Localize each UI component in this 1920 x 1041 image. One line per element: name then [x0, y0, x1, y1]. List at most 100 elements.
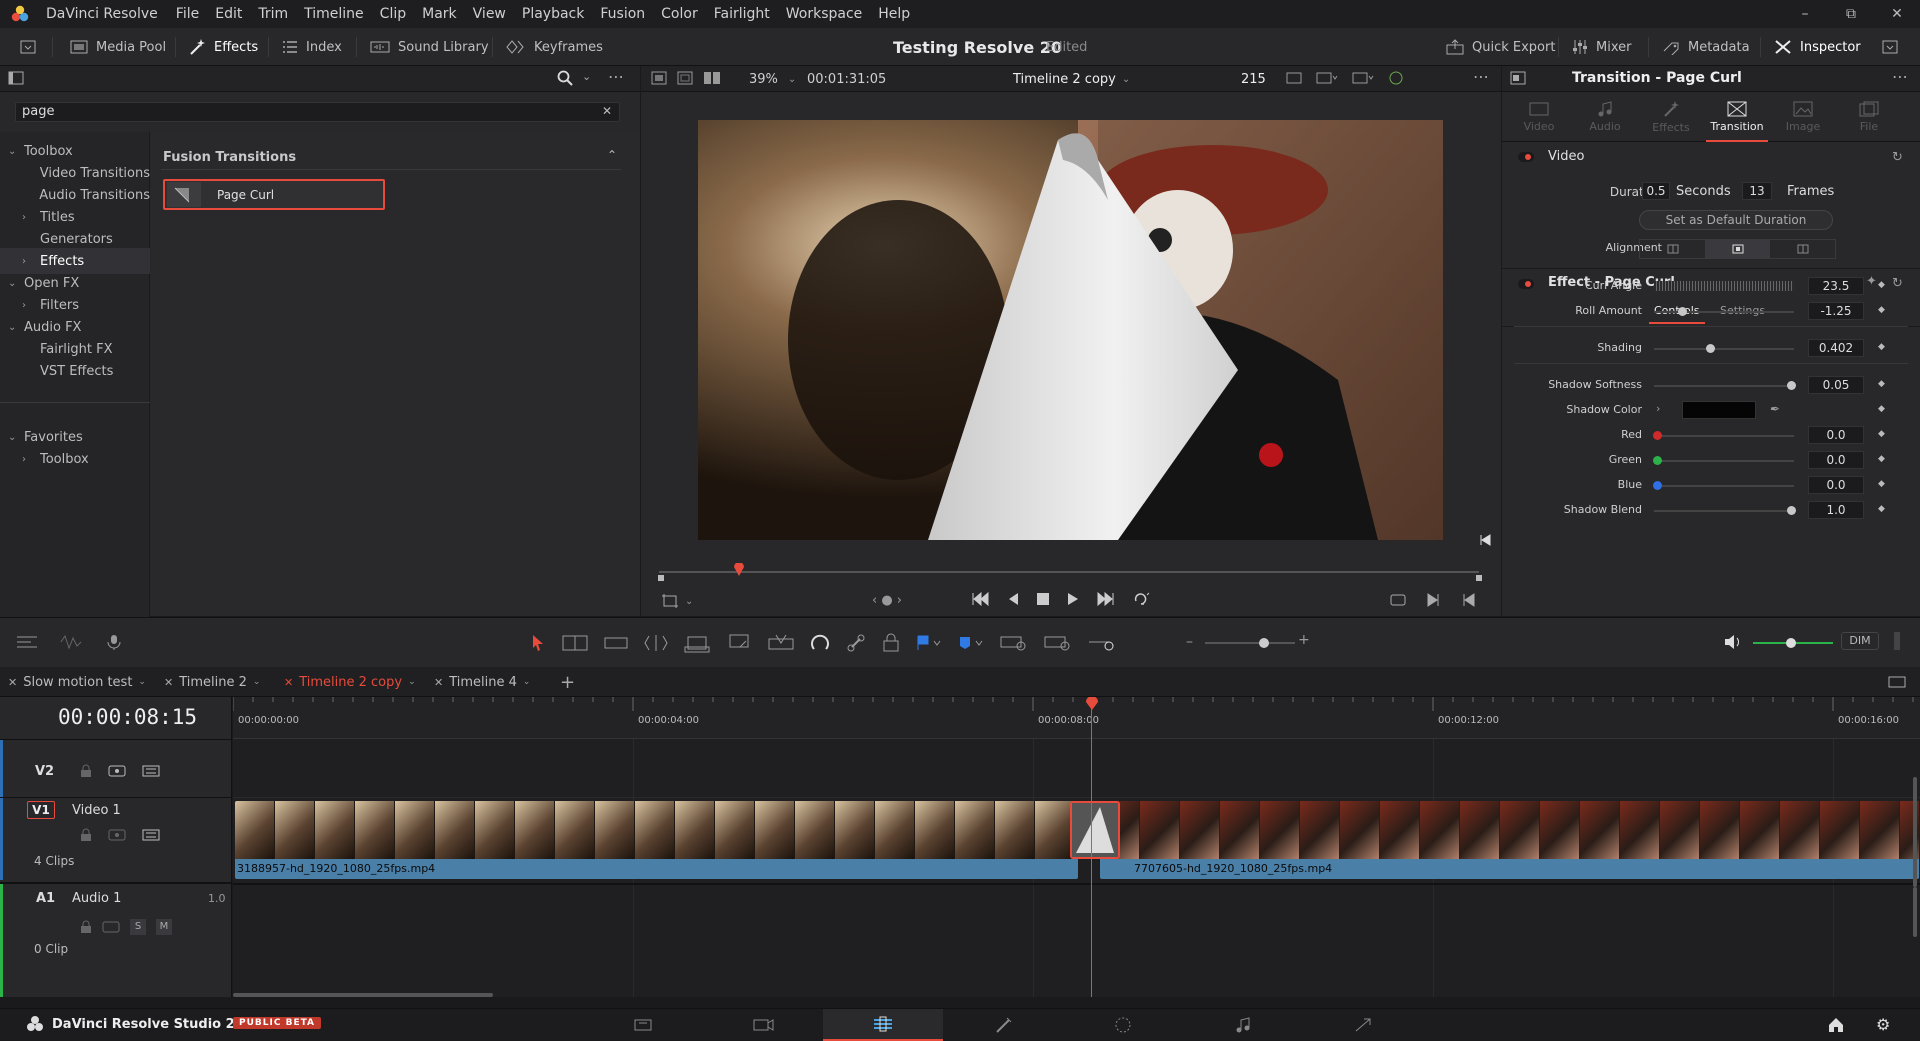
tab-video[interactable]: Video — [1506, 92, 1572, 142]
tab-transition[interactable]: Transition — [1704, 92, 1770, 142]
panel-toggle-icon[interactable] — [20, 28, 36, 66]
replace-clip-icon[interactable] — [768, 633, 794, 653]
param-value-roll-amount[interactable]: -1.25 — [1808, 302, 1864, 320]
scrubber-track[interactable] — [659, 571, 1479, 573]
keyframe-icon[interactable]: ◆ — [1878, 305, 1885, 315]
timeline-options-icon[interactable] — [16, 634, 40, 650]
zoom-slider[interactable] — [1205, 642, 1295, 644]
menu-fusion[interactable]: Fusion — [592, 6, 653, 22]
jog-control[interactable]: ‹ ● › — [872, 593, 902, 608]
param-slider[interactable] — [1654, 311, 1794, 313]
param-slider-knob[interactable] — [1653, 431, 1662, 440]
menu-workspace[interactable]: Workspace — [778, 6, 871, 22]
video-clip-1[interactable]: 3188957-hd_1920_1080_25fps.mp4 — [235, 801, 1078, 879]
menu-view[interactable]: View — [465, 6, 514, 22]
keyframe-icon[interactable]: ◆ — [1878, 379, 1885, 389]
blade-tool-icon[interactable] — [644, 634, 668, 652]
effect-toggle[interactable] — [1518, 279, 1534, 289]
tree-item-vst-effects[interactable]: VST Effects — [0, 358, 150, 384]
snapping-icon[interactable] — [810, 633, 830, 653]
flag-icon[interactable] — [916, 635, 942, 651]
menu-fairlight[interactable]: Fairlight — [706, 6, 778, 22]
menu-edit[interactable]: Edit — [207, 6, 250, 22]
param-slider[interactable] — [1654, 348, 1794, 350]
tab-slow-motion-test[interactable]: ✕ Slow motion test ⌄ — [8, 667, 146, 697]
audio-waveform-icon[interactable] — [60, 634, 84, 650]
viewer-tool-icons[interactable] — [1286, 71, 1404, 85]
dynamic-trim-icon[interactable] — [604, 634, 628, 652]
menu-color[interactable]: Color — [653, 6, 706, 22]
param-value-red[interactable]: 0.0 — [1808, 426, 1864, 444]
inspector-button[interactable]: Inspector — [1774, 28, 1861, 66]
skip-to-end-icon[interactable] — [1097, 592, 1115, 606]
lock-icon[interactable] — [80, 920, 92, 934]
video-vertical-scrollbar[interactable] — [1913, 777, 1917, 887]
sound-library-button[interactable]: Sound Library — [370, 28, 489, 66]
menu-help[interactable]: Help — [870, 6, 918, 22]
track-enable-icon[interactable] — [142, 764, 160, 778]
keyframe-icon[interactable]: ◆ — [1878, 280, 1885, 290]
menu-mark[interactable]: Mark — [414, 6, 465, 22]
mute-button[interactable]: M — [156, 919, 172, 935]
zoom-detail-icon[interactable] — [1044, 634, 1072, 652]
app-menu[interactable]: DaVinci Resolve — [38, 6, 168, 22]
video-preview[interactable] — [698, 120, 1443, 540]
stop-icon[interactable] — [1037, 592, 1049, 606]
mixer-button[interactable]: Mixer — [1572, 28, 1631, 66]
collapse-icon[interactable]: ⌃ — [607, 148, 617, 162]
keyframes-button[interactable]: Keyframes — [506, 28, 603, 66]
loop-icon[interactable] — [1133, 592, 1151, 606]
volume-icon[interactable] — [1724, 634, 1742, 650]
align-center-icon[interactable] — [1705, 240, 1770, 258]
skip-to-start-icon[interactable] — [971, 592, 989, 606]
home-icon[interactable] — [1828, 1017, 1844, 1033]
settings-gear-icon[interactable]: ⚙ — [1876, 1015, 1890, 1034]
audio-vertical-scrollbar[interactable] — [1913, 887, 1917, 937]
next-edit-icon[interactable] — [1427, 593, 1441, 607]
insert-clip-icon[interactable] — [684, 633, 710, 653]
eyedropper-icon[interactable]: ✒ — [1770, 402, 1780, 416]
playhead[interactable] — [1091, 697, 1092, 997]
set-default-duration-button[interactable]: Set as Default Duration — [1639, 210, 1833, 230]
linked-selection-icon[interactable] — [846, 633, 866, 653]
solo-button[interactable]: S — [130, 919, 146, 935]
fairlight-page-icon[interactable] — [1183, 1009, 1303, 1041]
media-pool-button[interactable]: Media Pool — [70, 28, 166, 66]
selection-tool-icon[interactable] — [530, 634, 546, 652]
playhead-handle[interactable] — [1085, 697, 1099, 711]
param-slider-knob[interactable] — [1678, 307, 1687, 316]
effects-search-input[interactable]: page — [15, 102, 620, 122]
tab-effects[interactable]: Effects — [1638, 92, 1704, 142]
param-slider[interactable] — [1654, 385, 1794, 387]
playhead-marker[interactable] — [733, 563, 745, 577]
zoom-custom-icon[interactable] — [1088, 634, 1116, 652]
duration-seconds-input[interactable]: 0.5 — [1642, 182, 1670, 200]
add-timeline-icon[interactable]: + — [560, 667, 575, 697]
keyframe-icon[interactable]: ◆ — [1878, 454, 1885, 464]
play-icon[interactable] — [1067, 592, 1079, 606]
timeline-selector[interactable]: Timeline 2 copy ⌄ — [1013, 68, 1130, 90]
param-value-shading[interactable]: 0.402 — [1808, 339, 1864, 357]
param-slider-knob[interactable] — [1653, 481, 1662, 490]
shadow-color-swatch[interactable] — [1682, 401, 1756, 419]
overwrite-clip-icon[interactable] — [726, 633, 752, 653]
out-point-marker[interactable] — [1476, 575, 1482, 581]
tab-timeline-2-copy[interactable]: ✕ Timeline 2 copy ⌄ — [284, 667, 416, 697]
crop-tool[interactable]: ⌄ — [661, 593, 693, 609]
param-value-shadow-blend[interactable]: 1.0 — [1808, 501, 1864, 519]
keyframe-icon[interactable]: ◆ — [1878, 429, 1885, 439]
effect-reset-icon[interactable]: ↻ — [1892, 276, 1903, 291]
param-slider[interactable] — [1654, 510, 1794, 512]
align-start-icon[interactable] — [1770, 240, 1835, 258]
cut-page-icon[interactable] — [703, 1009, 823, 1041]
tab-file[interactable]: File — [1836, 92, 1902, 142]
param-value-curl-angle[interactable]: 23.5 — [1808, 277, 1864, 295]
page-curl-effect-item[interactable]: Page Curl — [163, 179, 385, 210]
lock-icon[interactable] — [80, 828, 92, 842]
in-point-marker[interactable] — [658, 575, 664, 581]
video-clip-2[interactable]: 7707605-hd_1920_1080_25fps.mp4 — [1100, 801, 1919, 879]
menu-clip[interactable]: Clip — [372, 6, 414, 22]
timeline-area[interactable]: 00:00:00:00 00:00:04:00 00:00:08:00 00:0… — [233, 697, 1920, 997]
index-button[interactable]: Index — [282, 28, 342, 66]
chevron-down-icon[interactable]: ⌄ — [582, 70, 591, 83]
